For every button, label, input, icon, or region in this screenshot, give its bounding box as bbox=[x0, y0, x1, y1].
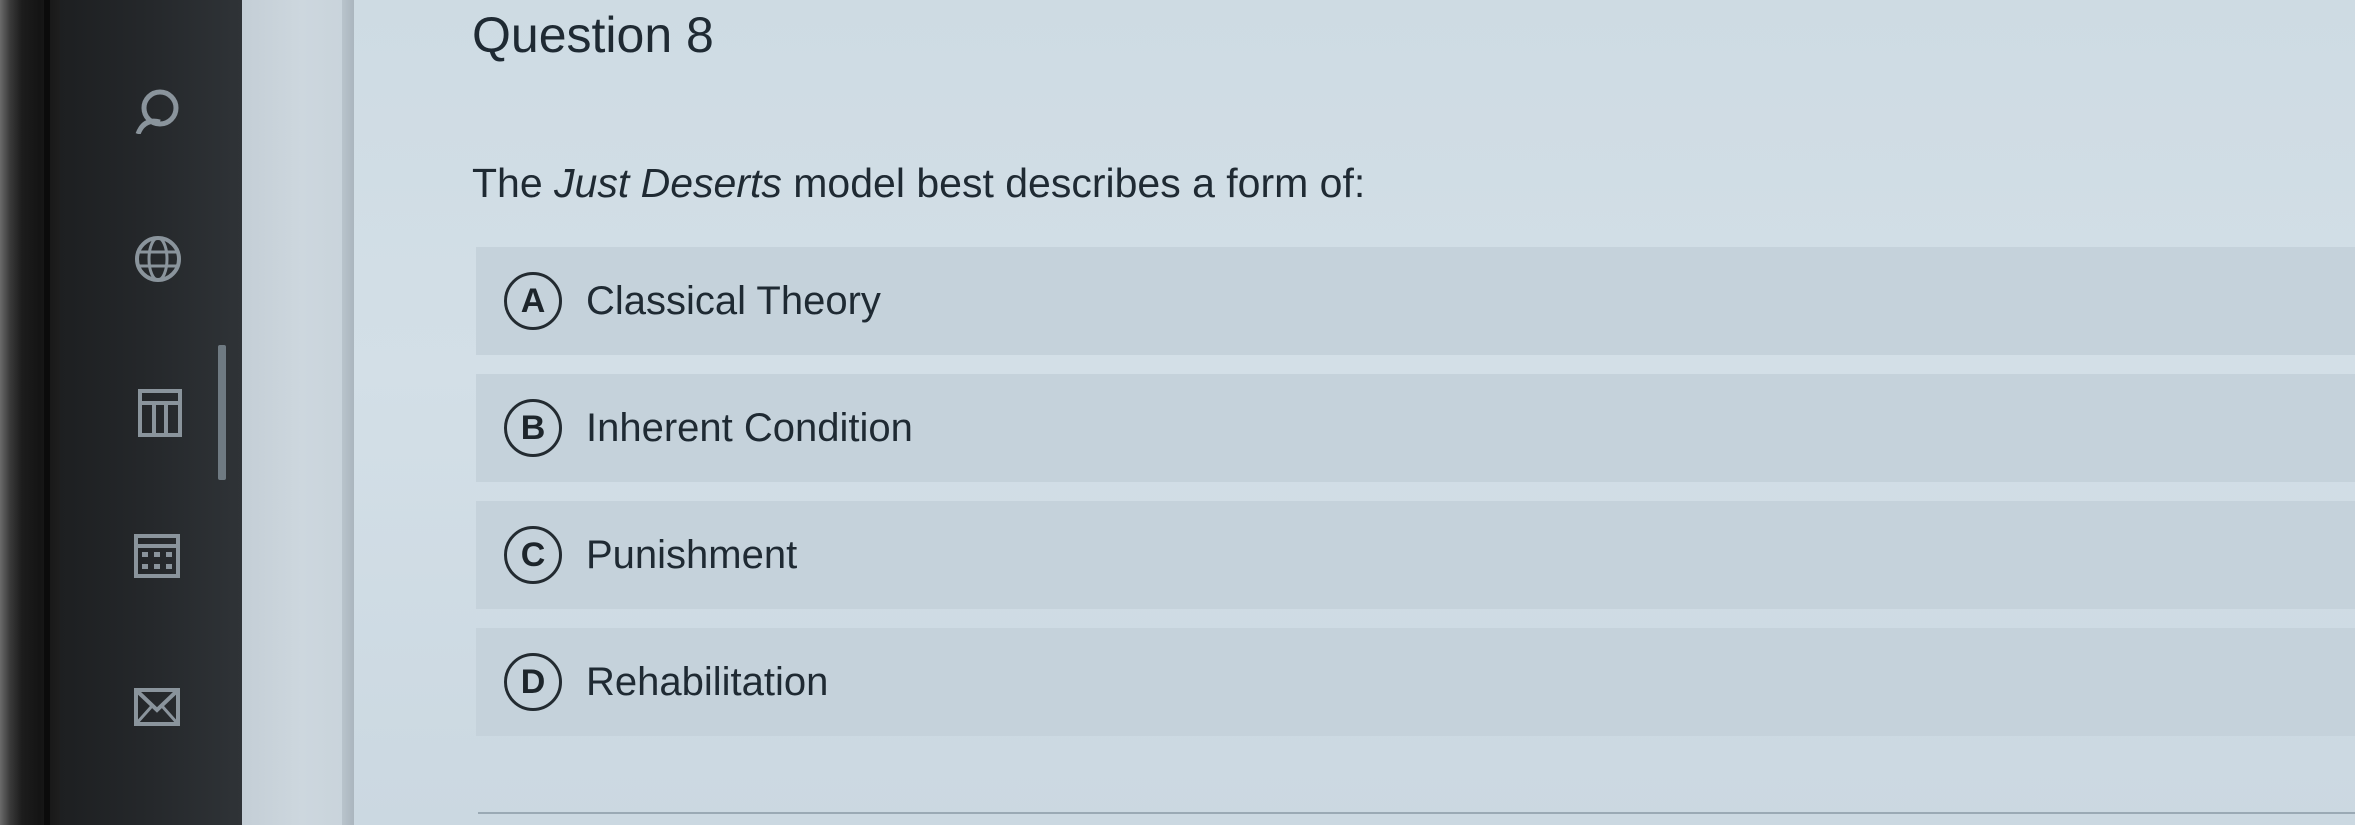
course-side-panel bbox=[242, 0, 352, 825]
global-navigation bbox=[60, 0, 242, 825]
quiz-content: Question 8 The Just Deserts model best d… bbox=[354, 0, 2355, 825]
prompt-text-italic: Just Deserts bbox=[554, 160, 782, 206]
nav-active-indicator bbox=[218, 345, 226, 480]
answer-label: Classical Theory bbox=[586, 278, 881, 323]
answer-letter-badge: D bbox=[504, 653, 562, 711]
section-divider bbox=[478, 812, 2355, 814]
answer-list: A Classical Theory B Inherent Condition … bbox=[476, 247, 2355, 755]
question-prompt: The Just Deserts model best describes a … bbox=[472, 160, 1365, 207]
answer-letter-badge: B bbox=[504, 399, 562, 457]
mail-icon[interactable] bbox=[130, 680, 184, 734]
answer-label: Inherent Condition bbox=[586, 405, 913, 450]
user-icon[interactable] bbox=[130, 80, 184, 135]
prompt-text-before: The bbox=[472, 160, 555, 206]
question-title: Question 8 bbox=[472, 7, 714, 63]
globe-icon[interactable] bbox=[128, 232, 182, 286]
answer-option-a[interactable]: A Classical Theory bbox=[476, 247, 2355, 355]
answer-option-b[interactable]: B Inherent Condition bbox=[476, 374, 2355, 482]
answer-option-d[interactable]: D Rehabilitation bbox=[476, 628, 2355, 736]
calendar-icon[interactable] bbox=[130, 528, 184, 582]
gradebook-icon[interactable] bbox=[132, 385, 186, 439]
answer-label: Punishment bbox=[586, 532, 798, 577]
answer-option-c[interactable]: C Punishment bbox=[476, 501, 2355, 609]
panel-divider bbox=[342, 0, 354, 825]
device-bezel bbox=[0, 0, 60, 825]
answer-label: Rehabilitation bbox=[586, 659, 829, 704]
answer-letter-badge: C bbox=[504, 526, 562, 584]
prompt-text-after: model best describes a form of: bbox=[781, 160, 1366, 206]
answer-letter-badge: A bbox=[504, 272, 562, 330]
